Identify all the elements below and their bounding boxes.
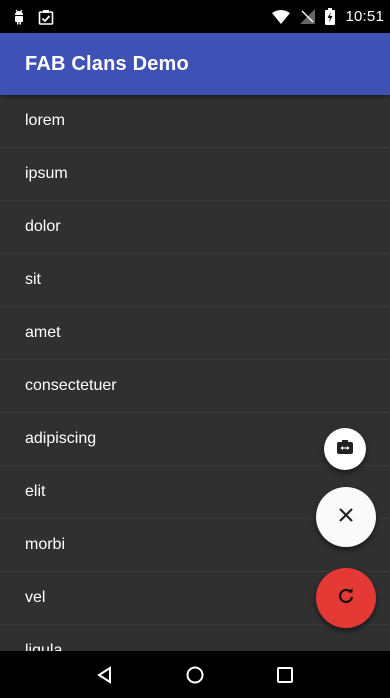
status-bar: 10:51 bbox=[0, 0, 390, 33]
list-item-label: dolor bbox=[25, 218, 61, 235]
close-icon bbox=[338, 507, 354, 528]
wifi-icon bbox=[272, 9, 291, 24]
back-icon[interactable] bbox=[85, 655, 125, 695]
app-bar: FAB Clans Demo bbox=[0, 33, 390, 95]
list-item-label: amet bbox=[25, 324, 61, 341]
list-item[interactable]: amet bbox=[0, 307, 390, 360]
list-item-label: sit bbox=[25, 271, 41, 288]
list-item[interactable]: sit bbox=[0, 254, 390, 307]
close-fab[interactable] bbox=[316, 487, 376, 547]
list-item-label: morbi bbox=[25, 536, 66, 553]
clipboard-check-icon bbox=[38, 9, 54, 25]
list-item-label: adipiscing bbox=[25, 430, 97, 447]
app-title: FAB Clans Demo bbox=[25, 52, 189, 75]
list-item-label: lorem bbox=[25, 112, 66, 129]
list-item-label: ipsum bbox=[25, 165, 68, 182]
item-list[interactable]: lorem ipsum dolor sit amet consectetuer … bbox=[0, 95, 390, 651]
no-signal-icon bbox=[300, 9, 316, 24]
refresh-fab[interactable] bbox=[316, 568, 376, 628]
list-item[interactable]: consectetuer bbox=[0, 360, 390, 413]
home-icon[interactable] bbox=[175, 655, 215, 695]
list-item-label: elit bbox=[25, 483, 46, 500]
list-item[interactable]: dolor bbox=[0, 201, 390, 254]
list-item-label: vel bbox=[25, 589, 46, 606]
android-debug-icon bbox=[12, 9, 26, 25]
battery-charging-icon bbox=[325, 8, 336, 25]
list-item[interactable]: ligula bbox=[0, 625, 390, 651]
list-item[interactable]: ipsum bbox=[0, 148, 390, 201]
list-item-label: consectetuer bbox=[25, 377, 117, 394]
refresh-icon bbox=[336, 586, 356, 611]
list-item[interactable]: lorem bbox=[0, 95, 390, 148]
list-item-label: ligula bbox=[25, 642, 63, 651]
navigation-bar bbox=[0, 651, 390, 698]
switch-camera-fab[interactable] bbox=[324, 428, 366, 470]
recents-icon[interactable] bbox=[265, 655, 305, 695]
status-time: 10:51 bbox=[345, 8, 384, 25]
switch-camera-icon bbox=[336, 439, 354, 460]
